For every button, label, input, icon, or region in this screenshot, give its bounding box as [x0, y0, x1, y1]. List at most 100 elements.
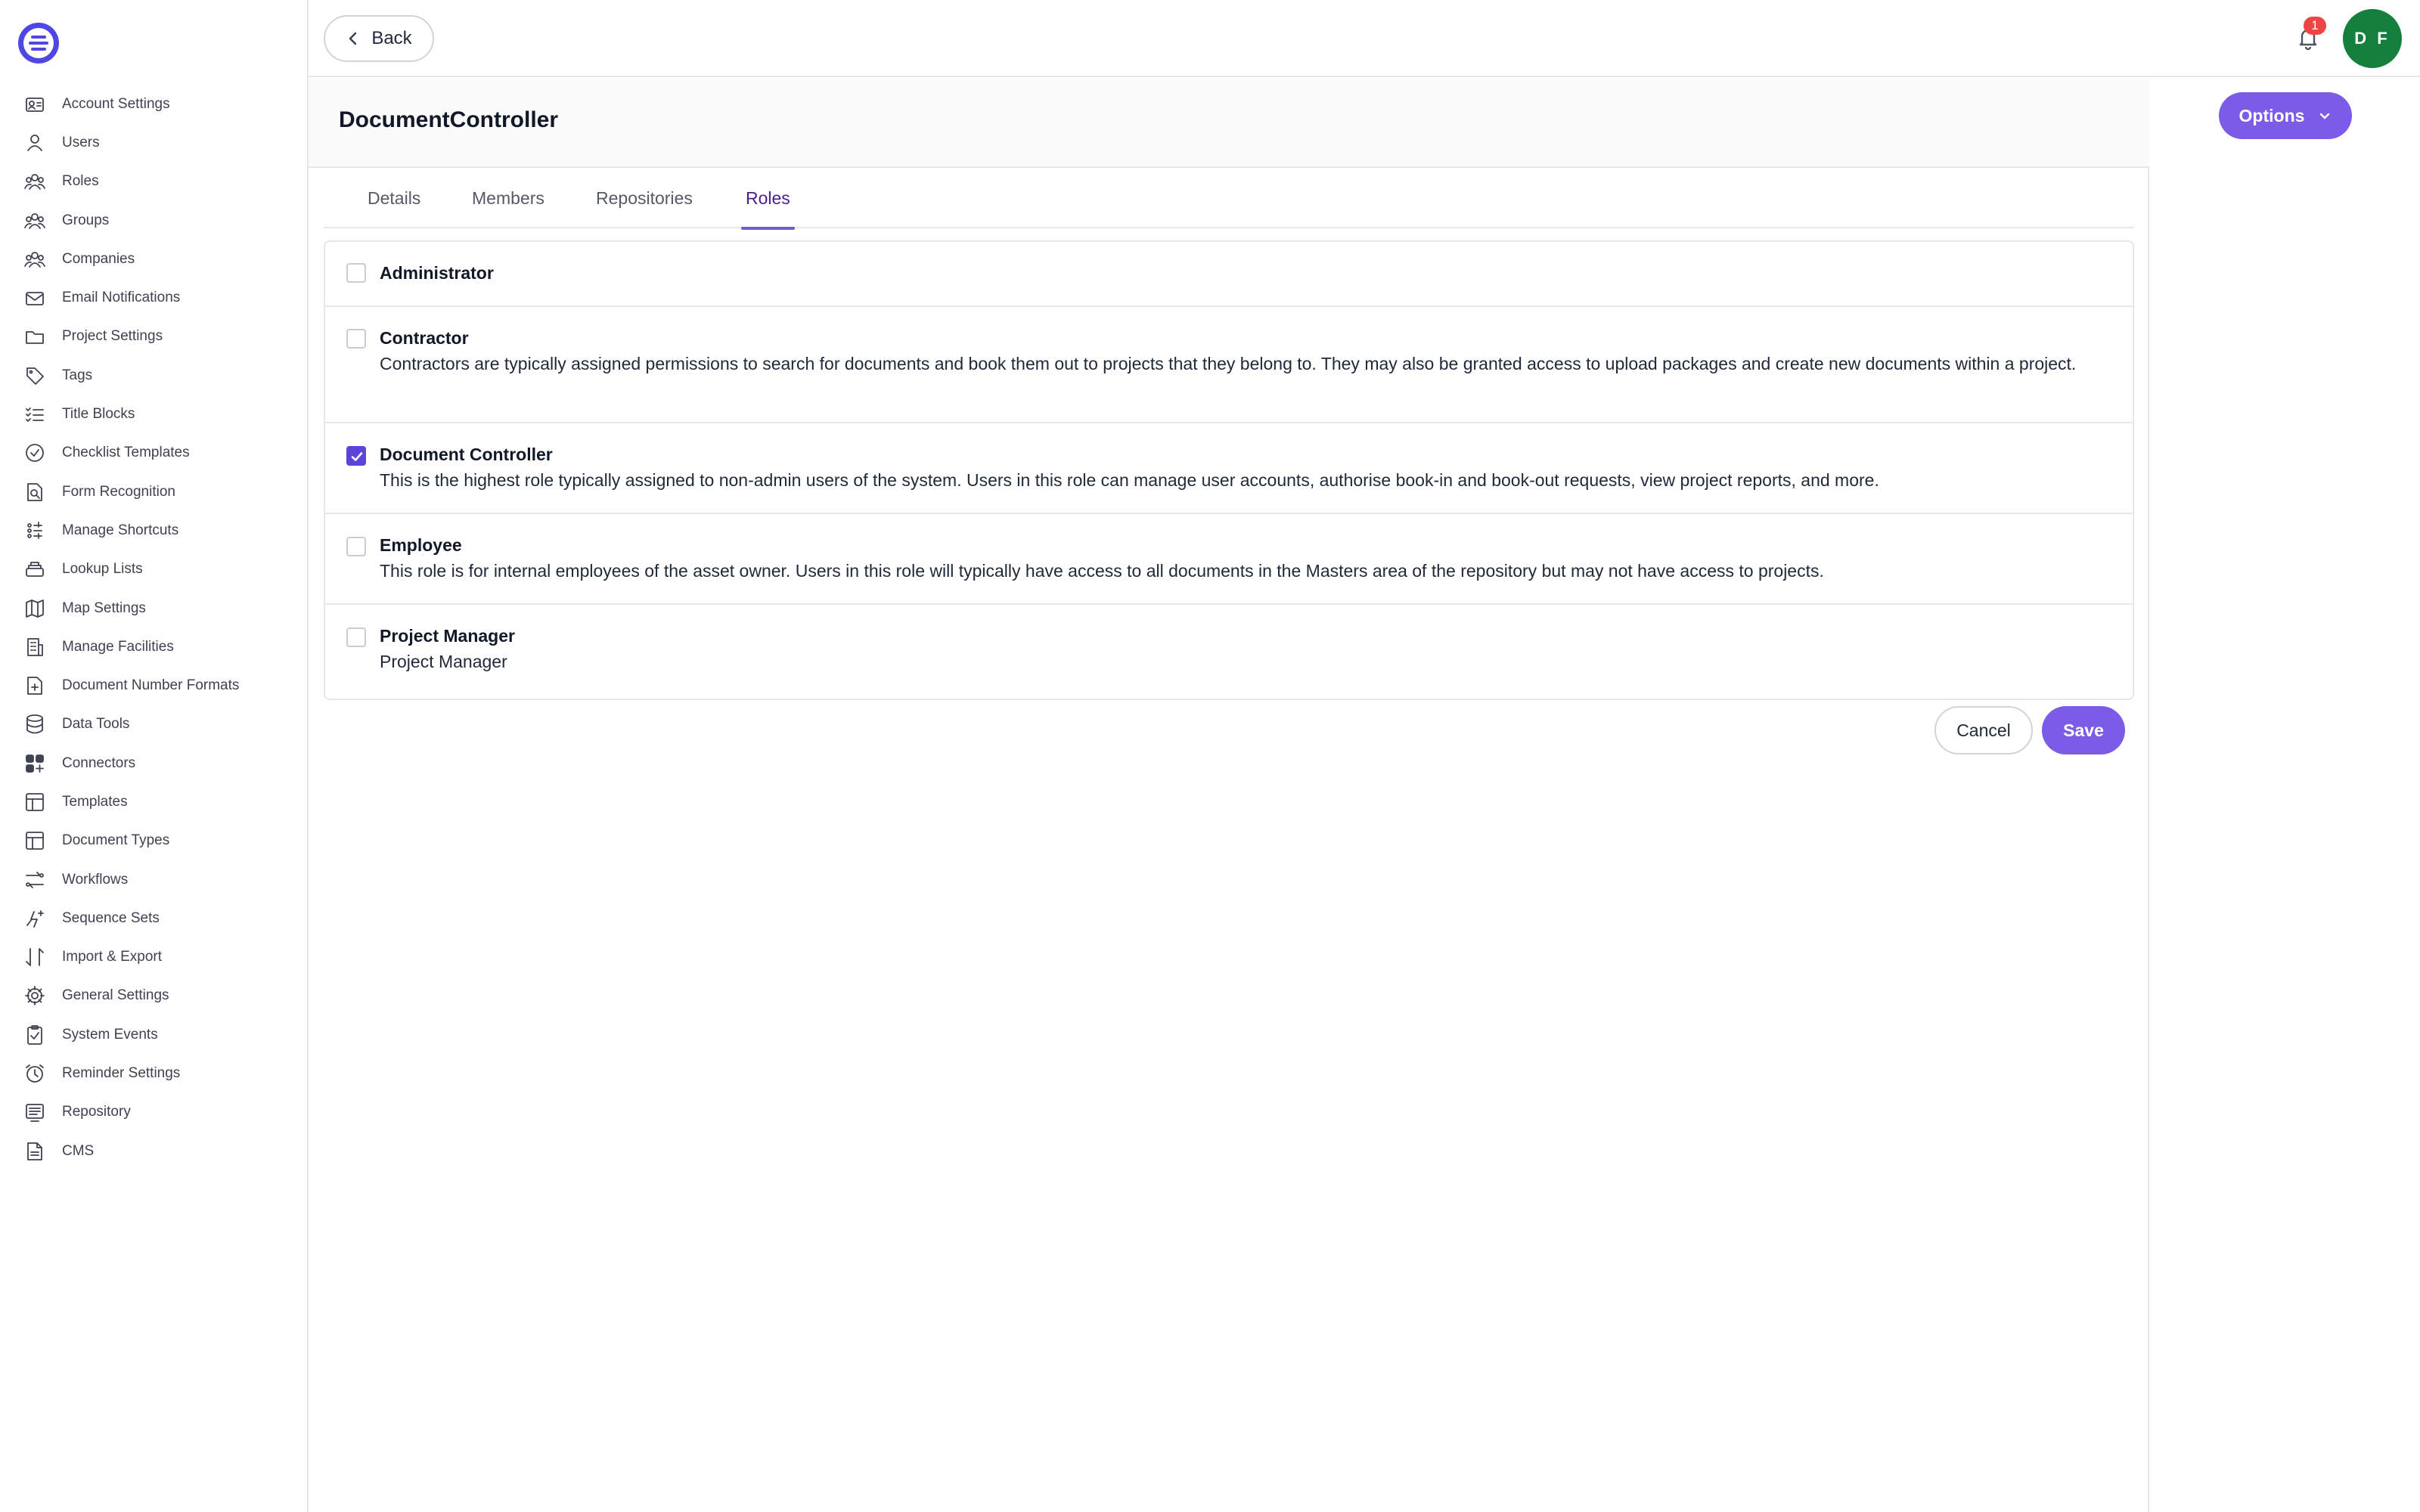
- sidebar-item-label: Companies: [62, 250, 135, 267]
- main-content: DocumentController Details Members Repos…: [309, 79, 2149, 1512]
- role-checkbox-project-manager[interactable]: [346, 627, 366, 647]
- role-name: Contractor: [380, 328, 469, 348]
- sidebar-item-label: Tags: [62, 367, 93, 383]
- shortcut-icon: [23, 519, 47, 543]
- document-number-icon: [23, 674, 47, 698]
- sidebar-item-templates[interactable]: Templates: [0, 782, 307, 821]
- sidebar-item-general-settings[interactable]: General Settings: [0, 977, 307, 1015]
- sidebar-nav: Account Settings Users Roles Groups Companie…: [0, 85, 307, 1170]
- sidebar-item-cms[interactable]: CMS: [0, 1132, 307, 1170]
- sidebar-item-account-settings[interactable]: Account Settings: [0, 85, 307, 123]
- role-description: Project Manager: [380, 652, 507, 671]
- sidebar-item-sequence-sets[interactable]: Sequence Sets: [0, 899, 307, 937]
- tab-details[interactable]: Details: [368, 168, 420, 228]
- sidebar-item-reminder-settings[interactable]: Reminder Settings: [0, 1054, 307, 1092]
- sidebar-item-label: Templates: [62, 793, 128, 810]
- sidebar-item-label: Connectors: [62, 754, 136, 771]
- options-button-label: Options: [2238, 105, 2305, 125]
- sidebar-item-tags[interactable]: Tags: [0, 356, 307, 395]
- tag-icon: [23, 364, 47, 388]
- roles-icon: [23, 169, 47, 194]
- sidebar-item-project-settings[interactable]: Project Settings: [0, 318, 307, 356]
- user-icon: [23, 131, 47, 155]
- role-name: Project Manager: [380, 626, 515, 646]
- sidebar-item-connectors[interactable]: Connectors: [0, 744, 307, 782]
- options-button[interactable]: Options: [2219, 92, 2352, 139]
- tab-repositories[interactable]: Repositories: [596, 168, 693, 228]
- sidebar-item-users[interactable]: Users: [0, 123, 307, 162]
- groups-icon: [23, 209, 47, 233]
- file-icon: [23, 1139, 47, 1163]
- connectors-icon: [23, 751, 47, 776]
- role-checkbox-document-controller[interactable]: [346, 446, 366, 466]
- sidebar-item-document-types[interactable]: Document Types: [0, 822, 307, 860]
- document-search-icon: [23, 480, 47, 504]
- chevron-left-icon: [349, 32, 357, 45]
- sidebar-item-label: Roles: [62, 173, 99, 190]
- sidebar-item-manage-shortcuts[interactable]: Manage Shortcuts: [0, 511, 307, 550]
- avatar[interactable]: D F: [2343, 9, 2402, 68]
- alarm-clock-icon: [23, 1061, 47, 1086]
- sidebar-item-label: Title Blocks: [62, 406, 135, 423]
- sidebar-item-label: Document Types: [62, 832, 170, 849]
- sidebar-item-document-number-formats[interactable]: Document Number Formats: [0, 666, 307, 705]
- sidebar-item-checklist-templates[interactable]: Checklist Templates: [0, 434, 307, 472]
- sidebar-item-data-tools[interactable]: Data Tools: [0, 705, 307, 744]
- cancel-button[interactable]: Cancel: [1934, 706, 2033, 754]
- chevron-down-icon: [2320, 113, 2330, 119]
- sequence-icon: [23, 906, 47, 931]
- top-bar: Back 1 D F: [309, 0, 2420, 77]
- page-title: DocumentController: [339, 107, 559, 132]
- check-circle-icon: [23, 441, 47, 465]
- sidebar-item-email-notifications[interactable]: Email Notifications: [0, 278, 307, 317]
- database-icon: [23, 712, 47, 736]
- sidebar-item-label: General Settings: [62, 987, 169, 1004]
- sidebar-item-map-settings[interactable]: Map Settings: [0, 589, 307, 627]
- role-row-administrator: Administrator: [325, 242, 2133, 307]
- sidebar-item-roles[interactable]: Roles: [0, 163, 307, 201]
- sidebar-item-lookup-lists[interactable]: Lookup Lists: [0, 550, 307, 589]
- stack-icon: [23, 557, 47, 581]
- sidebar-item-label: Manage Facilities: [62, 638, 174, 655]
- sidebar-item-import-export[interactable]: Import & Export: [0, 938, 307, 977]
- map-icon: [23, 596, 47, 621]
- save-button[interactable]: Save: [2042, 706, 2125, 754]
- sidebar-item-companies[interactable]: Companies: [0, 240, 307, 278]
- tab-roles[interactable]: Roles: [741, 168, 795, 230]
- role-row-document-controller: Document Controller This is the highest …: [325, 423, 2133, 514]
- sidebar-item-title-blocks[interactable]: Title Blocks: [0, 395, 307, 433]
- sidebar-item-label: Sequence Sets: [62, 909, 160, 926]
- role-checkbox-employee[interactable]: [346, 537, 366, 556]
- sidebar-item-label: CMS: [62, 1142, 95, 1159]
- sidebar-item-label: Lookup Lists: [62, 561, 143, 578]
- sidebar-item-groups[interactable]: Groups: [0, 201, 307, 240]
- sidebar-item-label: Groups: [62, 212, 110, 228]
- sidebar-item-system-events[interactable]: System Events: [0, 1015, 307, 1054]
- companies-icon: [23, 247, 47, 271]
- back-button[interactable]: Back: [324, 15, 434, 62]
- tab-members[interactable]: Members: [472, 168, 544, 228]
- sidebar-item-workflows[interactable]: Workflows: [0, 860, 307, 899]
- clipboard-check-icon: [23, 1023, 47, 1047]
- sidebar-item-form-recognition[interactable]: Form Recognition: [0, 472, 307, 511]
- sidebar-item-manage-facilities[interactable]: Manage Facilities: [0, 627, 307, 666]
- roles-list: Administrator Contractor Contractors are…: [324, 240, 2134, 700]
- role-row-employee: Employee This role is for internal emplo…: [325, 514, 2133, 605]
- sidebar-item-label: Account Settings: [62, 95, 170, 112]
- role-checkbox-contractor[interactable]: [346, 329, 366, 349]
- checklist-icon: [23, 402, 47, 426]
- role-checkbox-administrator[interactable]: [346, 263, 366, 283]
- sidebar-item-label: Workflows: [62, 871, 129, 888]
- sidebar-item-label: Import & Export: [62, 949, 162, 965]
- role-name: Administrator: [380, 263, 494, 283]
- title-band: DocumentController: [309, 79, 2149, 168]
- sidebar-item-label: Map Settings: [62, 600, 146, 616]
- role-description: This role is for internal employees of t…: [380, 561, 1824, 581]
- repository-icon: [23, 1100, 47, 1124]
- sidebar-item-repository[interactable]: Repository: [0, 1093, 307, 1132]
- logo-icon[interactable]: [18, 23, 59, 64]
- workflow-icon: [23, 868, 47, 892]
- back-button-label: Back: [371, 28, 412, 48]
- building-icon: [23, 635, 47, 659]
- sidebar-item-label: Manage Shortcuts: [62, 522, 179, 538]
